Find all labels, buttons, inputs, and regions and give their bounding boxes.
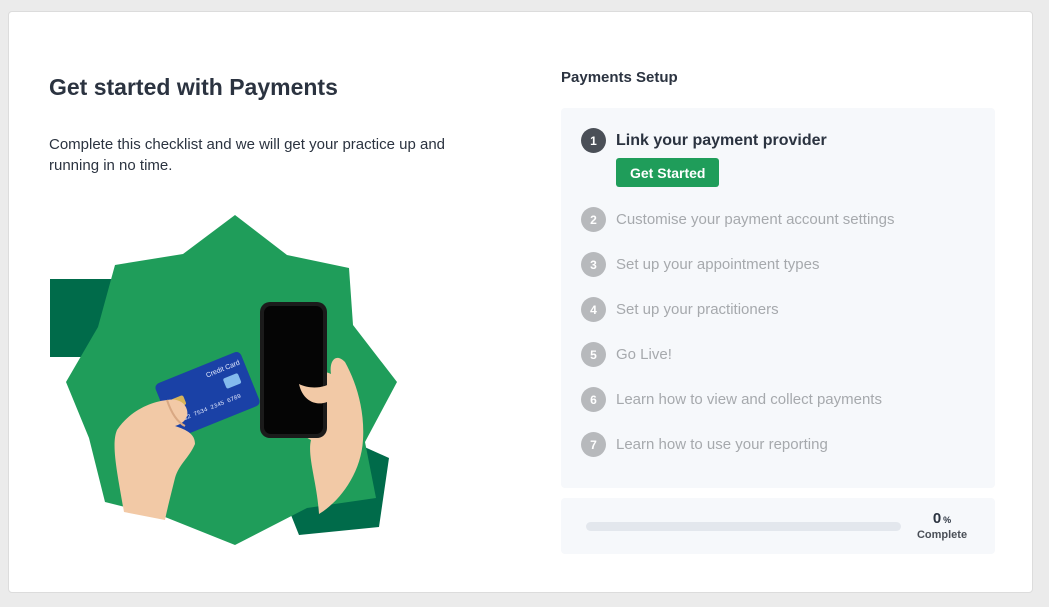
progress-bar <box>586 522 901 531</box>
step-label: Learn how to view and collect payments <box>616 391 882 408</box>
step-number: 7 <box>581 432 606 457</box>
step-number: 6 <box>581 387 606 412</box>
step-label: Link your payment provider <box>616 131 827 149</box>
get-started-button[interactable]: Get Started <box>616 158 720 187</box>
payments-onboarding-card: Get started with Payments Complete this … <box>8 11 1033 593</box>
page-title: Get started with Payments <box>49 74 338 100</box>
percent-sign: % <box>943 515 952 525</box>
step-number: 4 <box>581 297 606 322</box>
progress-percentage: 0% <box>913 510 971 527</box>
setup-title: Payments Setup <box>561 69 678 86</box>
step-number: 2 <box>581 207 606 232</box>
step-label: Go Live! <box>616 346 672 363</box>
step-number: 5 <box>581 342 606 367</box>
step-customise-account-settings[interactable]: 2 Customise your payment account setting… <box>581 207 894 232</box>
intro-description: Complete this checklist and we will get … <box>49 136 446 174</box>
phone <box>260 302 327 438</box>
progress-caption: Complete <box>916 529 968 541</box>
progress-number: 0 <box>932 510 942 527</box>
step-practitioners[interactable]: 4 Set up your practitioners <box>581 297 779 322</box>
step-link-payment-provider[interactable]: 1 Link your payment provider <box>581 128 827 153</box>
step-go-live[interactable]: 5 Go Live! <box>581 342 672 367</box>
step-label: Set up your practitioners <box>616 301 779 318</box>
step-number: 3 <box>581 252 606 277</box>
step-view-collect-payments[interactable]: 6 Learn how to view and collect payments <box>581 387 882 412</box>
payments-illustration: Credit Card 5412 7534 2345 6789 <box>50 215 397 545</box>
progress-panel: 0% Complete <box>561 498 995 554</box>
step-reporting[interactable]: 7 Learn how to use your reporting <box>581 432 828 457</box>
step-appointment-types[interactable]: 3 Set up your appointment types <box>581 252 819 277</box>
step-number: 1 <box>581 128 606 153</box>
step-label: Customise your payment account settings <box>616 211 895 228</box>
step-label: Set up your appointment types <box>616 256 820 273</box>
step-label: Learn how to use your reporting <box>616 436 828 453</box>
setup-checklist: 1 Link your payment provider Get Started… <box>561 108 995 488</box>
